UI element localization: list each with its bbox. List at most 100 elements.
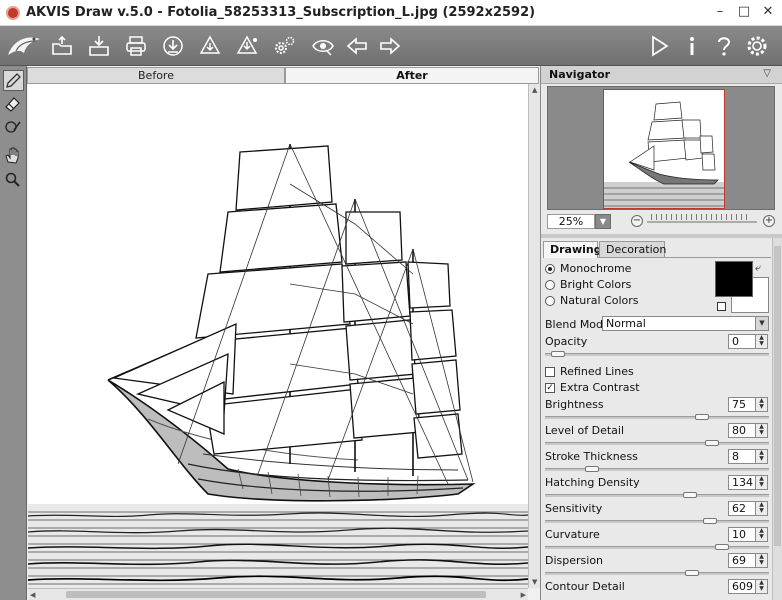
- contour-detail-spinner[interactable]: ▲ ▼: [756, 579, 768, 594]
- chevron-down-icon[interactable]: ▼: [755, 317, 768, 330]
- brightness-spinner[interactable]: ▲ ▼: [756, 397, 768, 412]
- eraser-icon[interactable]: [3, 94, 24, 115]
- navigator-viewport-frame[interactable]: [603, 89, 725, 209]
- tab-after[interactable]: After: [285, 67, 539, 84]
- dispersion-spinner[interactable]: ▲ ▼: [756, 553, 768, 568]
- settings-scrollbar[interactable]: [772, 238, 782, 600]
- sensitivity-slider-handle[interactable]: [703, 518, 717, 524]
- tab-before[interactable]: Before: [27, 67, 285, 84]
- hand-icon[interactable]: [3, 146, 24, 167]
- curvature-spinner[interactable]: ▲ ▼: [756, 527, 768, 542]
- view-tabs: Before After: [27, 67, 539, 84]
- radio-label: Monochrome: [560, 262, 632, 275]
- redo-arrow-icon[interactable]: [378, 34, 402, 58]
- opacity-slider[interactable]: [545, 351, 769, 357]
- brightness-slider[interactable]: [545, 414, 769, 420]
- scroll-right-icon[interactable]: ▶: [521, 591, 526, 599]
- brightness-slider-handle[interactable]: [695, 414, 709, 420]
- stroke-thickness-field[interactable]: 8: [728, 449, 756, 464]
- title-bar: AKVIS Draw v.5.0 - Fotolia_58253313_Subs…: [0, 0, 782, 26]
- curvature-slider-handle[interactable]: [715, 544, 729, 550]
- tab-decoration[interactable]: Decoration: [599, 241, 666, 258]
- zoom-level-field[interactable]: 25%: [547, 214, 595, 229]
- settings-gear-icon[interactable]: [272, 34, 296, 58]
- minimize-button[interactable]: –: [712, 4, 728, 20]
- undo-arrow-icon[interactable]: [345, 34, 369, 58]
- batch-icon[interactable]: [198, 34, 222, 58]
- contour-detail-field[interactable]: 609: [728, 579, 756, 594]
- sensitivity-field[interactable]: 62: [728, 501, 756, 516]
- contour-detail-label: Contour Detail: [545, 580, 625, 593]
- dispersion-slider[interactable]: [545, 570, 769, 576]
- sensitivity-spinner[interactable]: ▲ ▼: [756, 501, 768, 516]
- dispersion-slider-handle[interactable]: [685, 570, 699, 576]
- radio-monochrome[interactable]: [545, 264, 555, 274]
- zoom-out-button[interactable]: −: [631, 215, 643, 227]
- tab-drawing[interactable]: Drawing: [543, 241, 602, 258]
- drawing-settings: Monochrome Bright Colors Natural Colors …: [541, 259, 773, 600]
- level-of-detail-slider[interactable]: [545, 440, 769, 446]
- zoom-icon[interactable]: [3, 170, 24, 191]
- maximize-button[interactable]: □: [736, 4, 752, 20]
- settings-scroll-thumb[interactable]: [774, 246, 781, 546]
- stroke-thickness-slider-handle[interactable]: [585, 466, 599, 472]
- extra-contrast-checkbox[interactable]: ✓: [545, 383, 555, 393]
- dispersion-label: Dispersion: [545, 554, 604, 567]
- open-icon[interactable]: [50, 34, 74, 58]
- curvature-field[interactable]: 10: [728, 527, 756, 542]
- reset-colors-icon[interactable]: [717, 302, 726, 311]
- zoom-slider-ticks: [651, 214, 751, 220]
- radio-natural-colors[interactable]: [545, 296, 555, 306]
- horizontal-scrollbar[interactable]: ◀ ▶: [28, 588, 528, 600]
- navigator-preview[interactable]: [547, 86, 775, 210]
- radio-bright-colors[interactable]: [545, 280, 555, 290]
- brightness-field[interactable]: 75: [728, 397, 756, 412]
- hatching-density-slider[interactable]: [545, 492, 769, 498]
- pencil-icon[interactable]: [3, 70, 24, 91]
- radio-label: Bright Colors: [560, 278, 632, 291]
- history-brush-icon[interactable]: [3, 118, 24, 139]
- sensitivity-slider[interactable]: [545, 518, 769, 524]
- preview-eye-icon[interactable]: [311, 34, 335, 58]
- refined-lines-checkbox[interactable]: [545, 367, 555, 377]
- opacity-spinner[interactable]: ▲ ▼: [756, 334, 768, 349]
- hatching-density-slider-handle[interactable]: [683, 492, 697, 498]
- ship-sails-sketch: [111, 145, 463, 459]
- scroll-down-icon[interactable]: ▼: [532, 578, 537, 586]
- hatching-density-field[interactable]: 134: [728, 475, 756, 490]
- swap-colors-icon[interactable]: ⤶: [755, 261, 761, 275]
- info-icon[interactable]: [680, 34, 704, 58]
- share-icon[interactable]: [161, 34, 185, 58]
- level-of-detail-field[interactable]: 80: [728, 423, 756, 438]
- close-button[interactable]: ✕: [760, 4, 776, 20]
- zoom-slider[interactable]: [647, 221, 757, 223]
- preferences-gear-icon[interactable]: [745, 34, 769, 58]
- foreground-color-swatch[interactable]: [715, 261, 753, 297]
- save-icon[interactable]: [87, 34, 111, 58]
- hatching-density-spinner[interactable]: ▲ ▼: [756, 475, 768, 490]
- stroke-thickness-label: Stroke Thickness: [545, 450, 638, 463]
- opacity-field[interactable]: 0: [728, 334, 756, 349]
- collapse-chevron-icon[interactable]: ▽: [763, 68, 771, 79]
- level-of-detail-slider-handle[interactable]: [705, 440, 719, 446]
- run-play-icon[interactable]: [647, 34, 671, 58]
- zoom-dropdown-icon[interactable]: ▼: [595, 214, 611, 229]
- dispersion-field[interactable]: 69: [728, 553, 756, 568]
- print-icon[interactable]: [124, 34, 148, 58]
- blend-mode-select[interactable]: Normal ▼: [602, 316, 769, 331]
- horizontal-scroll-thumb[interactable]: [66, 591, 486, 598]
- import-icon[interactable]: [235, 34, 259, 58]
- scroll-left-icon[interactable]: ◀: [30, 591, 35, 599]
- stroke-thickness-slider[interactable]: [545, 466, 769, 472]
- scroll-up-icon[interactable]: ▲: [532, 86, 537, 94]
- zoom-in-button[interactable]: +: [763, 215, 775, 227]
- opacity-slider-handle[interactable]: [551, 351, 565, 357]
- vertical-scrollbar[interactable]: ▲ ▼: [528, 84, 540, 588]
- brightness-label: Brightness: [545, 398, 604, 411]
- panel-divider[interactable]: [541, 234, 782, 238]
- level-of-detail-spinner[interactable]: ▲ ▼: [756, 423, 768, 438]
- curvature-slider[interactable]: [545, 544, 769, 550]
- stroke-thickness-spinner[interactable]: ▲ ▼: [756, 449, 768, 464]
- image-canvas[interactable]: [28, 84, 528, 588]
- help-icon[interactable]: [712, 34, 736, 58]
